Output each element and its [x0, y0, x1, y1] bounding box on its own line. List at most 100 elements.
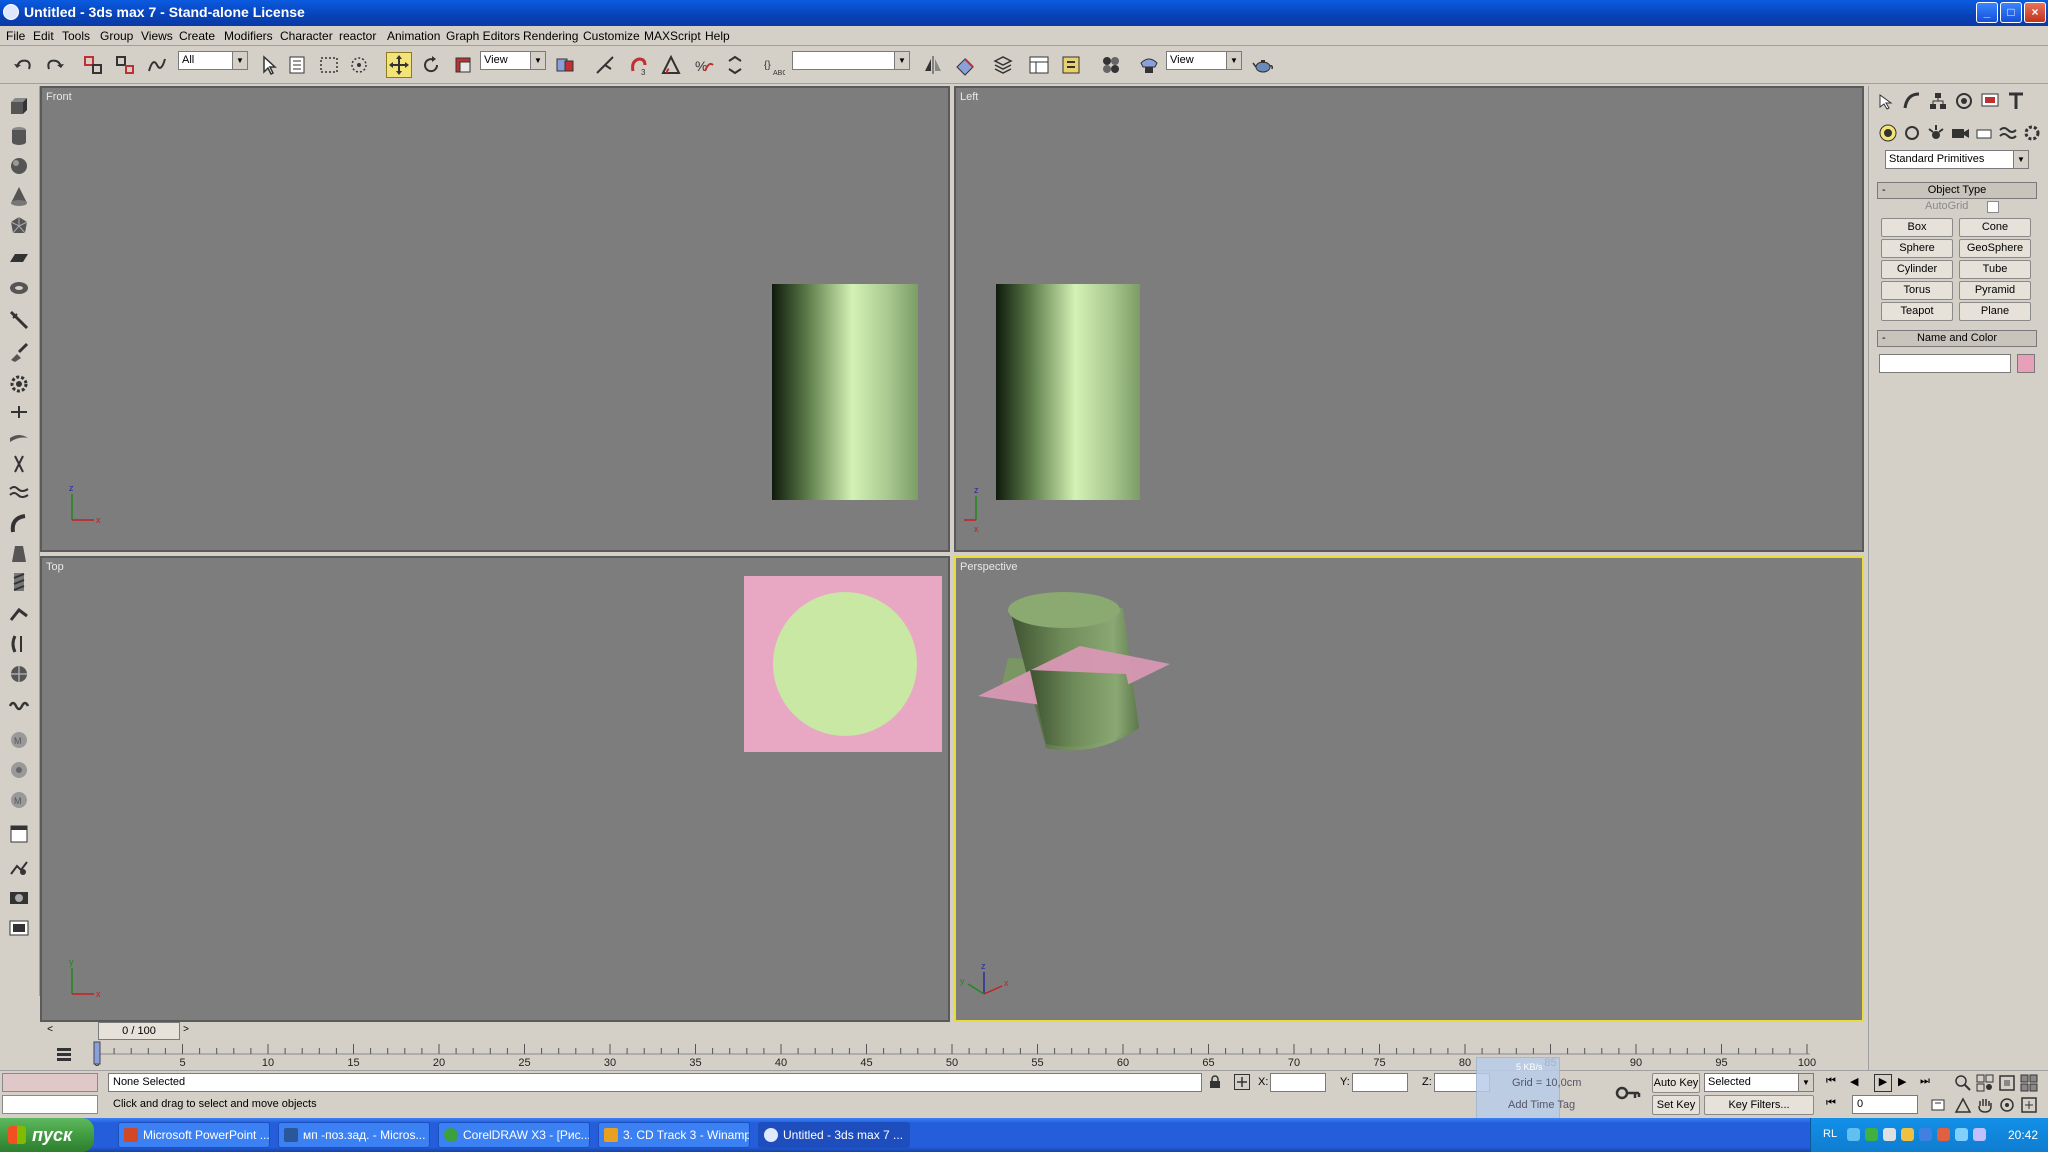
plane-button[interactable]: Plane	[1959, 302, 2031, 321]
menu-create[interactable]: Create	[179, 29, 215, 43]
auto-key-button[interactable]: Auto Key	[1652, 1073, 1700, 1093]
named-selection-dropdown[interactable]: ▼	[792, 51, 910, 70]
lights-category-icon[interactable]	[1925, 122, 1949, 144]
set-key-icon[interactable]	[1614, 1079, 1642, 1107]
uvw-map-icon[interactable]	[7, 662, 31, 686]
environment-icon[interactable]	[7, 856, 31, 880]
minimize-button[interactable]: _	[1976, 2, 1998, 23]
tray-network-icon[interactable]	[1847, 1128, 1860, 1141]
select-manipulate-icon[interactable]	[592, 52, 618, 78]
utilities-tab-icon[interactable]	[2005, 90, 2029, 112]
time-slider[interactable]: < 0 / 100 >	[40, 1022, 1868, 1040]
box-button[interactable]: Box	[1881, 218, 1953, 237]
unlink-selection-icon[interactable]	[112, 52, 138, 78]
task-word-document[interactable]: мп -поз.зад. - Micros...	[278, 1122, 430, 1148]
time-config-icon[interactable]	[1930, 1097, 1946, 1113]
modify-tab-icon[interactable]	[1901, 90, 1925, 112]
absolute-mode-icon[interactable]	[1234, 1074, 1250, 1090]
primitive-category-dropdown[interactable]: Standard Primitives ▼	[1885, 150, 2029, 169]
video-post-icon[interactable]	[7, 916, 31, 940]
align-icon[interactable]	[952, 52, 978, 78]
layer-manager-icon[interactable]	[990, 52, 1016, 78]
bind-to-space-warp-icon[interactable]	[144, 52, 170, 78]
field-of-view-icon[interactable]	[1954, 1096, 1972, 1114]
selection-filter-dropdown[interactable]: All ▼	[178, 51, 248, 70]
tray-updates-icon[interactable]	[1901, 1128, 1914, 1141]
schematic-view-icon[interactable]	[1058, 52, 1084, 78]
task-coreldraw[interactable]: CorelDRAW X3 - [Рис...	[438, 1122, 590, 1148]
tube-button[interactable]: Tube	[1959, 260, 2031, 279]
spinner-snap-icon[interactable]	[722, 52, 748, 78]
create-plane-icon[interactable]	[7, 246, 31, 270]
systems-category-icon[interactable]	[2021, 122, 2045, 144]
create-geosphere-icon[interactable]	[7, 214, 31, 238]
create-cylinder-icon[interactable]	[7, 124, 31, 148]
tray-antivirus-icon[interactable]	[1865, 1128, 1878, 1141]
menu-customize[interactable]: Customize	[583, 29, 640, 43]
menu-file[interactable]: File	[6, 29, 25, 43]
tray-misc-icon[interactable]	[1973, 1128, 1986, 1141]
viewport-front[interactable]: Front z x	[40, 86, 950, 552]
snaps-toggle-icon[interactable]: 3	[626, 52, 652, 78]
autogrid-checkbox[interactable]	[1987, 201, 1999, 213]
selection-lock-icon[interactable]	[1208, 1075, 1222, 1089]
play-icon[interactable]: ▶	[1874, 1074, 1892, 1092]
hierarchy-tab-icon[interactable]	[1927, 90, 1951, 112]
key-filters-button[interactable]: Key Filters...	[1704, 1095, 1814, 1115]
bend-modifier-icon[interactable]	[7, 512, 31, 536]
redo-icon[interactable]	[42, 52, 68, 78]
key-mode-toggle-icon[interactable]: ⏮	[1826, 1097, 1842, 1113]
go-to-start-icon[interactable]: ⏮	[1826, 1075, 1842, 1091]
add-time-tag-button[interactable]: Add Time Tag	[1508, 1099, 1575, 1111]
material-slot-1-icon[interactable]: M	[7, 728, 31, 752]
viewport-perspective[interactable]: Perspective z x y	[954, 556, 1864, 1022]
shapes-category-icon[interactable]	[1901, 122, 1925, 144]
close-button[interactable]: ×	[2024, 2, 2046, 23]
cylinder-button[interactable]: Cylinder	[1881, 260, 1953, 279]
quick-render-teapot-icon[interactable]	[1250, 52, 1276, 78]
zoom-all-icon[interactable]	[1976, 1074, 1994, 1092]
wave-icon[interactable]	[7, 694, 31, 718]
create-sphere-icon[interactable]	[7, 154, 31, 178]
maximize-viewport-icon[interactable]	[2020, 1096, 2038, 1114]
percent-snap-icon[interactable]: %	[690, 52, 716, 78]
pyramid-button[interactable]: Pyramid	[1959, 281, 2031, 300]
rectangular-selection-icon[interactable]	[316, 52, 342, 78]
material-slot-2-icon[interactable]	[7, 758, 31, 782]
next-frame-icon[interactable]: ▶	[1898, 1075, 1914, 1091]
menu-animation[interactable]: Animation	[387, 29, 440, 43]
x-coord-field[interactable]	[1270, 1073, 1326, 1092]
menu-modifiers[interactable]: Modifiers	[224, 29, 273, 43]
menu-maxscript[interactable]: MAXScript	[644, 29, 701, 43]
key-mode-dropdown[interactable]: Selected ▼	[1704, 1073, 1814, 1092]
maxscript-listener-mini[interactable]	[2, 1073, 98, 1092]
undo-icon[interactable]	[10, 52, 36, 78]
menu-edit[interactable]: Edit	[33, 29, 54, 43]
space-warps-category-icon[interactable]	[1997, 122, 2021, 144]
zoom-extents-icon[interactable]	[1998, 1074, 2016, 1092]
name-and-color-rollout-header[interactable]: - Name and Color	[1877, 330, 2037, 347]
maximize-button[interactable]: □	[2000, 2, 2022, 23]
viewport-left[interactable]: Left z x	[954, 86, 1864, 552]
time-prev-arrow[interactable]: <	[44, 1024, 56, 1038]
select-and-scale-icon[interactable]	[450, 52, 476, 78]
cylinder-left[interactable]	[996, 284, 1140, 500]
object-type-rollout-header[interactable]: - Object Type	[1877, 182, 2037, 199]
dummy-helper-icon[interactable]	[7, 400, 31, 424]
object-name-field[interactable]	[1879, 354, 2011, 373]
extrude-icon[interactable]	[7, 602, 31, 626]
menu-help[interactable]: Help	[705, 29, 730, 43]
create-cone-icon[interactable]	[7, 184, 31, 208]
motion-tab-icon[interactable]	[1953, 90, 1977, 112]
material-slot-3-icon[interactable]: M	[7, 788, 31, 812]
teapot-button[interactable]: Teapot	[1881, 302, 1953, 321]
cylinder-top[interactable]	[773, 592, 917, 736]
menu-character[interactable]: Character	[280, 29, 333, 43]
ripple-icon[interactable]	[7, 480, 31, 504]
task-winamp[interactable]: 3. CD Track 3 - Winamp	[598, 1122, 750, 1148]
tray-app-icon[interactable]	[1937, 1128, 1950, 1141]
y-coord-field[interactable]	[1352, 1073, 1408, 1092]
render-scene-icon[interactable]	[1136, 52, 1162, 78]
material-browser-icon[interactable]	[7, 822, 31, 846]
cameras-category-icon[interactable]	[1949, 122, 1973, 144]
